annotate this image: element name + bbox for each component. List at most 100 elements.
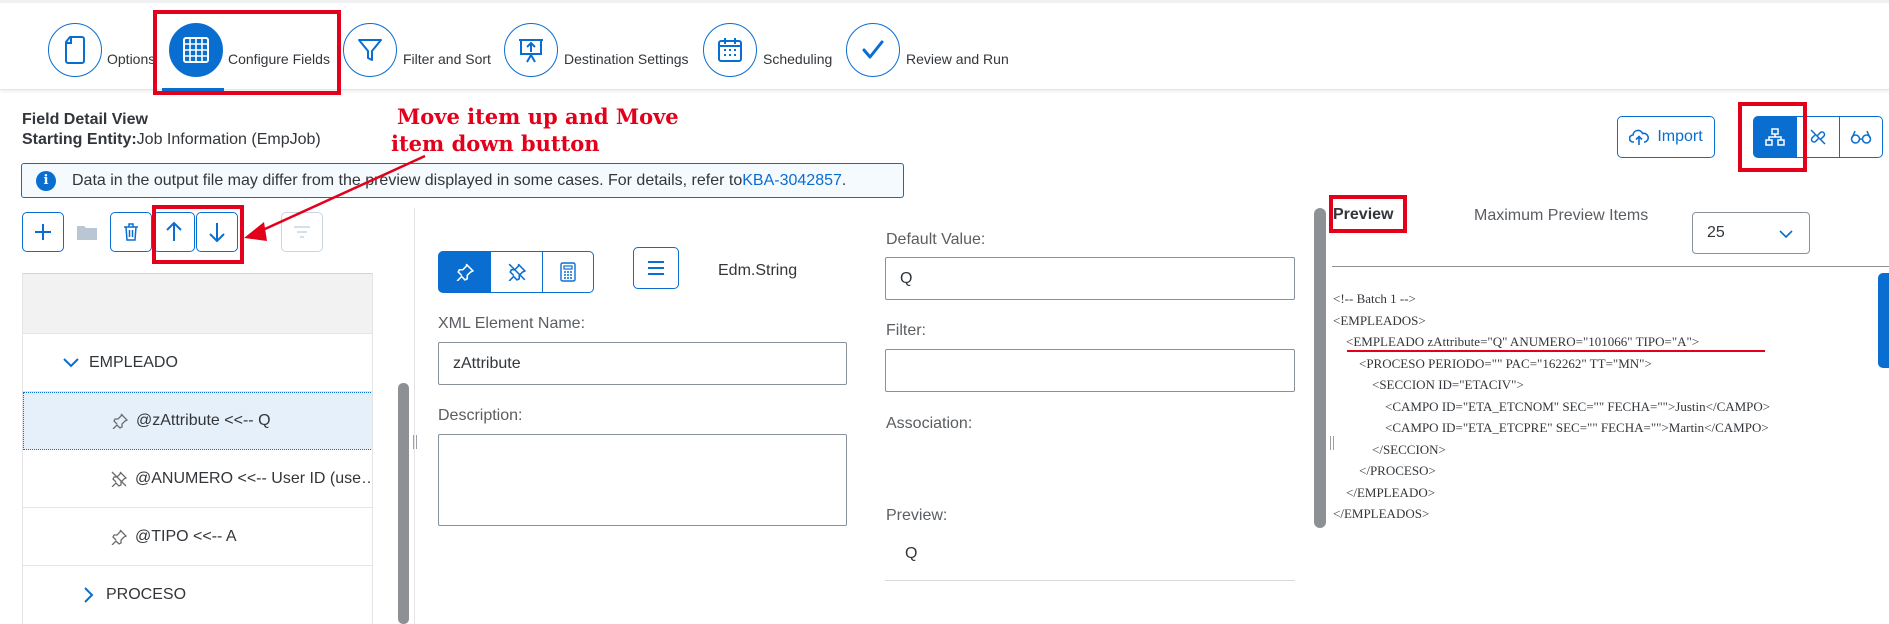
wizard-step-destination-settings[interactable] [504,23,558,77]
import-button[interactable]: Import [1617,116,1715,158]
wizard-step-destination-settings-label[interactable]: Destination Settings [564,51,689,67]
info-icon: i [36,170,56,191]
wizard-step-scheduling-label[interactable]: Scheduling [763,51,832,67]
active-step-indicator [162,88,224,91]
add-button[interactable] [22,212,64,252]
starting-entity-label: Starting Entity: [22,131,137,148]
tree-node-anumero[interactable]: @ANUMERO <<-- User ID (use… [23,450,394,508]
max-preview-items-select[interactable]: 25 [1692,212,1810,254]
filter-label: Filter: [886,322,926,339]
wizard-step-filter-sort[interactable] [343,23,397,77]
default-value-input[interactable]: Q [885,257,1295,300]
annotation-underline [1347,350,1765,352]
calculator-icon [560,262,576,282]
unpin-icon [111,471,127,487]
glasses-icon [1850,130,1872,144]
middle-panel-scrollbar[interactable] [1314,208,1326,528]
xml-line: <EMPLEADOS> [1333,312,1426,328]
move-item-down-button[interactable] [196,212,238,252]
delete-icon [124,223,138,241]
tree-node-label: PROCESO [106,586,187,603]
left-panel-resize-handle[interactable] [409,435,421,453]
mapping-type-pinned[interactable] [438,251,491,293]
xml-line: <!-- Batch 1 --> [1333,291,1416,306]
arrow-up-icon [166,221,182,241]
filter-funnel-icon [358,39,382,61]
wizard-step-configure-fields-label[interactable]: Configure Fields [228,51,330,67]
cloud-upload-icon [1629,129,1650,145]
wizard-step-review-run-label[interactable]: Review and Run [906,51,1009,67]
tree-node-empleado[interactable]: EMPLEADO [23,334,394,392]
xml-element-name-label: XML Element Name: [438,315,586,332]
tree-scrollbar-thumb[interactable] [398,383,409,624]
pin-icon [456,263,474,281]
xml-line: </EMPLEADO> [1333,484,1436,500]
folder-icon [77,226,97,240]
wizard-step-filter-sort-label[interactable]: Filter and Sort [403,51,491,67]
max-preview-items-value: 25 [1707,224,1725,241]
field-options-menu-button[interactable] [633,247,679,289]
tree-node-proceso[interactable]: PROCESO [23,566,394,624]
chevron-down-icon [1779,230,1793,239]
hamburger-menu-icon [648,261,664,275]
wizard-step-options[interactable] [48,23,102,77]
pin-icon [111,529,127,545]
chevron-down-icon[interactable] [63,357,79,368]
table-grid-icon [183,37,209,63]
field-preview-label: Preview: [886,507,948,524]
starting-entity: Starting Entity:Job Information (EmpJob) [22,131,321,149]
unlinked-view-toggle[interactable] [1796,116,1840,158]
document-icon [65,36,85,64]
tree-node-zattribute[interactable]: @zAttribute <<-- Q [23,392,394,450]
chevron-right-icon[interactable] [84,587,94,603]
checkmark-icon [862,40,884,59]
tree-node-label: @zAttribute <<-- Q [136,412,271,429]
field-data-type: Edm.String [718,262,798,279]
add-folder-button[interactable] [66,212,108,252]
xml-line: </SECCION> [1333,441,1446,457]
starting-entity-value: Job Information (EmpJob) [136,131,321,148]
move-item-up-button[interactable] [153,212,195,252]
annotation-arrow-icon [244,154,426,241]
field-tree: EMPLEADO @zAttribute <<-- Q @ANUMERO <<-… [22,273,394,624]
calendar-icon [718,38,742,62]
presentation-export-icon [519,39,543,63]
pin-icon [112,413,128,429]
tree-node-tipo[interactable]: @TIPO <<-- A [23,508,394,566]
hierarchy-view-toggle[interactable] [1753,116,1797,158]
xml-line: </EMPLEADOS> [1333,506,1430,521]
wizard-step-options-label[interactable]: Options [107,51,153,67]
tree-node-label: EMPLEADO [89,353,178,371]
info-message-suffix: . [841,171,847,189]
mapping-type-calculated[interactable] [542,251,594,293]
default-value-label: Default Value: [886,231,986,248]
association-label: Association: [886,415,973,432]
tree-header [23,274,394,334]
xml-line: </PROCESO> [1333,463,1436,478]
wizard-step-review-run[interactable] [846,23,900,77]
xml-line: <CAMPO ID="ETA_ETCNOM" SEC="" FECHA="">J… [1333,398,1771,414]
hierarchy-icon [1765,128,1785,146]
xml-element-name-input[interactable]: zAttribute [438,342,847,385]
mapping-type-unpinned[interactable] [490,251,543,293]
unpin-icon [508,263,526,281]
import-button-label: Import [1657,128,1703,145]
delete-button[interactable] [110,212,152,252]
kba-link[interactable]: KBA-3042857 [742,172,842,190]
unlink-icon [1810,129,1826,145]
preview-view-toggle[interactable] [1839,116,1883,158]
wizard-step-scheduling[interactable] [703,23,757,77]
annotation-text-line1: Move item up and Move [397,104,679,129]
field-preview-value: Q [905,545,918,562]
side-panel-tab[interactable] [1878,273,1889,368]
filter-input[interactable] [885,349,1295,392]
max-preview-items-label: Maximum Preview Items [1474,207,1649,224]
description-textarea[interactable] [438,434,847,526]
tree-node-label: @ANUMERO <<-- User ID (use… [135,469,378,487]
preview-title: Preview [1333,206,1394,223]
wizard-step-configure-fields[interactable] [169,23,223,77]
xml-line: <SECCION ID="ETACIV"> [1333,377,1524,392]
wizard-header: Options Configure Fields Filter and Sort… [0,0,1889,91]
tree-node-label: @TIPO <<-- A [135,527,237,545]
arrow-down-icon [209,223,225,243]
